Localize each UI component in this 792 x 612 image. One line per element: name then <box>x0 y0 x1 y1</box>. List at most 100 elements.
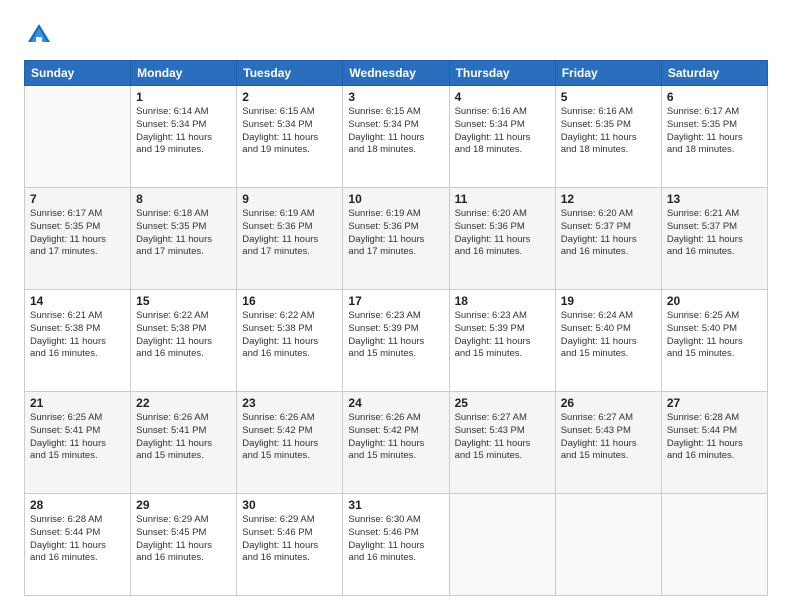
day-number: 4 <box>455 90 550 104</box>
week-row-2: 7Sunrise: 6:17 AM Sunset: 5:35 PM Daylig… <box>25 188 768 290</box>
logo <box>24 20 58 50</box>
calendar-cell: 13Sunrise: 6:21 AM Sunset: 5:37 PM Dayli… <box>661 188 767 290</box>
day-info: Sunrise: 6:22 AM Sunset: 5:38 PM Dayligh… <box>242 310 337 361</box>
calendar-cell: 25 Sunrise: 6:27 AM Sunset: 5:43 PM Dayli… <box>449 392 555 494</box>
calendar-table: SundayMondayTuesdayWednesdayThursdayFrid… <box>24 60 768 596</box>
day-number: 23 <box>242 396 337 410</box>
day-info: Sunrise: 6:23 AM Sunset: 5:39 PM Dayligh… <box>348 310 443 361</box>
day-info: Sunrise: 6:27 AM Sunset: 5:43 PM Dayligh… <box>455 412 550 463</box>
calendar-cell: 28Sunrise: 6:28 AM Sunset: 5:44 PM Dayli… <box>25 494 131 596</box>
day-number: 9 <box>242 192 337 206</box>
day-info: Sunrise: 6:23 AM Sunset: 5:39 PM Dayligh… <box>455 310 550 361</box>
week-row-5: 28Sunrise: 6:28 AM Sunset: 5:44 PM Dayli… <box>25 494 768 596</box>
calendar-cell: 14 Sunrise: 6:21 AM Sunset: 5:38 PM Dayli… <box>25 290 131 392</box>
week-row-1: 1 Sunrise: 6:14 AM Sunset: 5:34 PM Daylig… <box>25 86 768 188</box>
day-info: Sunrise: 6:14 AM Sunset: 5:34 PM Dayligh… <box>136 106 231 157</box>
day-number: 6 <box>667 90 762 104</box>
calendar-cell: 20Sunrise: 6:25 AM Sunset: 5:40 PM Dayli… <box>661 290 767 392</box>
weekday-header-tuesday: Tuesday <box>237 61 343 86</box>
calendar-cell: 2 Sunrise: 6:15 AM Sunset: 5:34 PM Daylig… <box>237 86 343 188</box>
day-info: Sunrise: 6:20 AM Sunset: 5:36 PM Dayligh… <box>455 208 550 259</box>
calendar-cell: 24Sunrise: 6:26 AM Sunset: 5:42 PM Dayli… <box>343 392 449 494</box>
day-number: 10 <box>348 192 443 206</box>
day-number: 30 <box>242 498 337 512</box>
day-info: Sunrise: 6:21 AM Sunset: 5:38 PM Dayligh… <box>30 310 125 361</box>
calendar-cell: 3 Sunrise: 6:15 AM Sunset: 5:34 PM Daylig… <box>343 86 449 188</box>
calendar-cell: 8 Sunrise: 6:18 AM Sunset: 5:35 PM Daylig… <box>131 188 237 290</box>
calendar-cell: 16 Sunrise: 6:22 AM Sunset: 5:38 PM Dayli… <box>237 290 343 392</box>
day-number: 15 <box>136 294 231 308</box>
calendar-cell: 29Sunrise: 6:29 AM Sunset: 5:45 PM Dayli… <box>131 494 237 596</box>
day-info: Sunrise: 6:24 AM Sunset: 5:40 PM Dayligh… <box>561 310 656 361</box>
day-info: Sunrise: 6:28 AM Sunset: 5:44 PM Dayligh… <box>667 412 762 463</box>
header <box>24 20 768 50</box>
day-info: Sunrise: 6:26 AM Sunset: 5:42 PM Dayligh… <box>242 412 337 463</box>
day-info: Sunrise: 6:25 AM Sunset: 5:41 PM Dayligh… <box>30 412 125 463</box>
calendar-cell: 21 Sunrise: 6:25 AM Sunset: 5:41 PM Dayli… <box>25 392 131 494</box>
calendar-cell: 30 Sunrise: 6:29 AM Sunset: 5:46 PM Dayli… <box>237 494 343 596</box>
calendar-cell <box>25 86 131 188</box>
day-number: 22 <box>136 396 231 410</box>
calendar-cell: 26 Sunrise: 6:27 AM Sunset: 5:43 PM Dayli… <box>555 392 661 494</box>
day-info: Sunrise: 6:20 AM Sunset: 5:37 PM Dayligh… <box>561 208 656 259</box>
day-info: Sunrise: 6:18 AM Sunset: 5:35 PM Dayligh… <box>136 208 231 259</box>
day-info: Sunrise: 6:17 AM Sunset: 5:35 PM Dayligh… <box>30 208 125 259</box>
weekday-header-saturday: Saturday <box>661 61 767 86</box>
calendar-cell: 11 Sunrise: 6:20 AM Sunset: 5:36 PM Dayli… <box>449 188 555 290</box>
day-number: 27 <box>667 396 762 410</box>
day-info: Sunrise: 6:29 AM Sunset: 5:46 PM Dayligh… <box>242 514 337 565</box>
day-number: 17 <box>348 294 443 308</box>
calendar-cell: 5 Sunrise: 6:16 AM Sunset: 5:35 PM Daylig… <box>555 86 661 188</box>
logo-icon <box>24 20 54 50</box>
page: SundayMondayTuesdayWednesdayThursdayFrid… <box>0 0 792 612</box>
day-number: 3 <box>348 90 443 104</box>
weekday-header-thursday: Thursday <box>449 61 555 86</box>
day-number: 8 <box>136 192 231 206</box>
calendar-cell <box>661 494 767 596</box>
day-info: Sunrise: 6:21 AM Sunset: 5:37 PM Dayligh… <box>667 208 762 259</box>
day-number: 21 <box>30 396 125 410</box>
calendar-cell: 15 Sunrise: 6:22 AM Sunset: 5:38 PM Dayli… <box>131 290 237 392</box>
day-info: Sunrise: 6:26 AM Sunset: 5:41 PM Dayligh… <box>136 412 231 463</box>
weekday-header-sunday: Sunday <box>25 61 131 86</box>
day-number: 11 <box>455 192 550 206</box>
calendar-cell: 4 Sunrise: 6:16 AM Sunset: 5:34 PM Daylig… <box>449 86 555 188</box>
day-info: Sunrise: 6:22 AM Sunset: 5:38 PM Dayligh… <box>136 310 231 361</box>
day-number: 19 <box>561 294 656 308</box>
day-number: 29 <box>136 498 231 512</box>
day-number: 25 <box>455 396 550 410</box>
day-number: 1 <box>136 90 231 104</box>
day-info: Sunrise: 6:16 AM Sunset: 5:35 PM Dayligh… <box>561 106 656 157</box>
day-number: 5 <box>561 90 656 104</box>
calendar-cell: 7Sunrise: 6:17 AM Sunset: 5:35 PM Daylig… <box>25 188 131 290</box>
calendar-cell: 27 Sunrise: 6:28 AM Sunset: 5:44 PM Dayli… <box>661 392 767 494</box>
day-number: 24 <box>348 396 443 410</box>
day-info: Sunrise: 6:15 AM Sunset: 5:34 PM Dayligh… <box>242 106 337 157</box>
calendar-cell: 12 Sunrise: 6:20 AM Sunset: 5:37 PM Dayli… <box>555 188 661 290</box>
calendar-cell: 9 Sunrise: 6:19 AM Sunset: 5:36 PM Daylig… <box>237 188 343 290</box>
day-info: Sunrise: 6:25 AM Sunset: 5:40 PM Dayligh… <box>667 310 762 361</box>
day-number: 16 <box>242 294 337 308</box>
day-number: 12 <box>561 192 656 206</box>
day-info: Sunrise: 6:17 AM Sunset: 5:35 PM Dayligh… <box>667 106 762 157</box>
day-info: Sunrise: 6:15 AM Sunset: 5:34 PM Dayligh… <box>348 106 443 157</box>
day-info: Sunrise: 6:19 AM Sunset: 5:36 PM Dayligh… <box>242 208 337 259</box>
weekday-header-friday: Friday <box>555 61 661 86</box>
day-number: 31 <box>348 498 443 512</box>
weekday-header-wednesday: Wednesday <box>343 61 449 86</box>
day-number: 14 <box>30 294 125 308</box>
weekday-header-row: SundayMondayTuesdayWednesdayThursdayFrid… <box>25 61 768 86</box>
weekday-header-monday: Monday <box>131 61 237 86</box>
day-number: 18 <box>455 294 550 308</box>
day-info: Sunrise: 6:16 AM Sunset: 5:34 PM Dayligh… <box>455 106 550 157</box>
day-number: 2 <box>242 90 337 104</box>
calendar-cell <box>555 494 661 596</box>
day-info: Sunrise: 6:27 AM Sunset: 5:43 PM Dayligh… <box>561 412 656 463</box>
day-number: 26 <box>561 396 656 410</box>
calendar-cell: 1 Sunrise: 6:14 AM Sunset: 5:34 PM Daylig… <box>131 86 237 188</box>
calendar-cell <box>449 494 555 596</box>
calendar-cell: 10Sunrise: 6:19 AM Sunset: 5:36 PM Dayli… <box>343 188 449 290</box>
calendar-cell: 22 Sunrise: 6:26 AM Sunset: 5:41 PM Dayli… <box>131 392 237 494</box>
day-info: Sunrise: 6:28 AM Sunset: 5:44 PM Dayligh… <box>30 514 125 565</box>
calendar-cell: 31Sunrise: 6:30 AM Sunset: 5:46 PM Dayli… <box>343 494 449 596</box>
